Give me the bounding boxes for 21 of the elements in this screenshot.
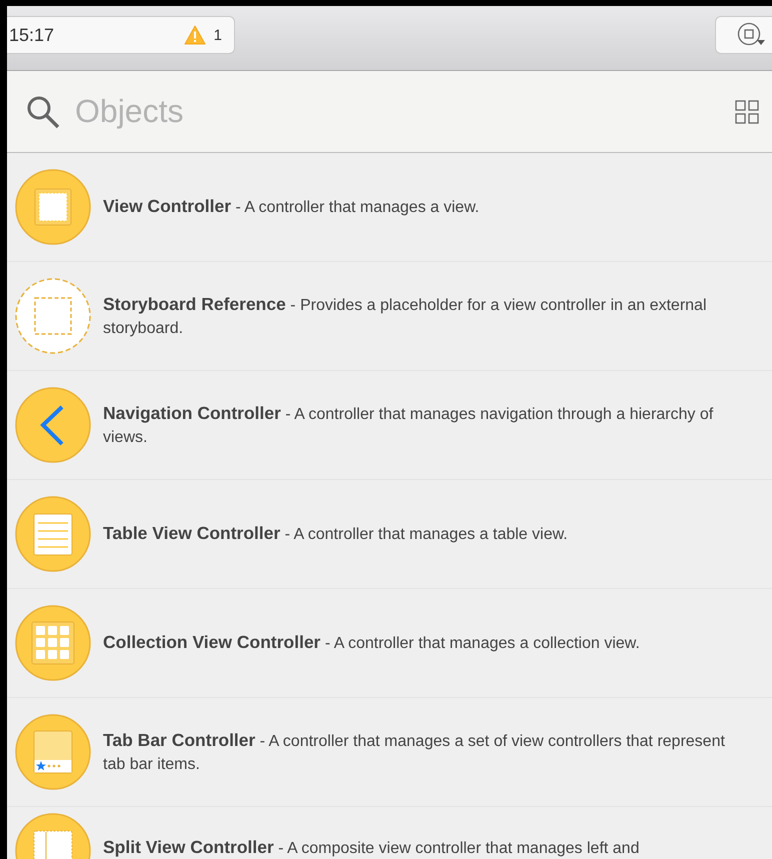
warning-icon [184, 25, 206, 45]
object-description: Storyboard Reference - Provides a placeholder for a view controller in an external storyboard. [103, 292, 708, 338]
collection-view-controller-icon [15, 605, 91, 681]
time-label: 15:17 [9, 24, 56, 46]
object-description: Navigation Controller - A controller that manages navigation through a hierarchy of views. [103, 402, 714, 448]
object-description: Table View Controller - A controller that manages a table view. [103, 522, 568, 545]
object-description: Tab Bar Controller - A controller that manages a set of view controllers that represent tab bar items. [103, 728, 726, 774]
view-controller-icon [15, 169, 91, 245]
object-description: Split View Controller - A composite view controller that manages left and [103, 837, 640, 859]
navigation-controller-icon [15, 387, 91, 463]
search-bar[interactable]: Objects [7, 71, 772, 153]
stop-button[interactable] [715, 16, 772, 54]
object-description: Collection View Controller - A controller that manages a collection view. [103, 631, 640, 654]
storyboard-reference-icon [15, 278, 91, 354]
table-view-controller-icon [15, 496, 91, 572]
search-icon [25, 94, 61, 130]
search-field[interactable]: Objects [75, 93, 735, 130]
warning-count: 1 [214, 26, 222, 44]
tab-bar-controller-icon [15, 714, 91, 790]
grid-view-icon[interactable] [735, 100, 759, 124]
object-description: View Controller - A controller that manages a view. [103, 195, 480, 218]
